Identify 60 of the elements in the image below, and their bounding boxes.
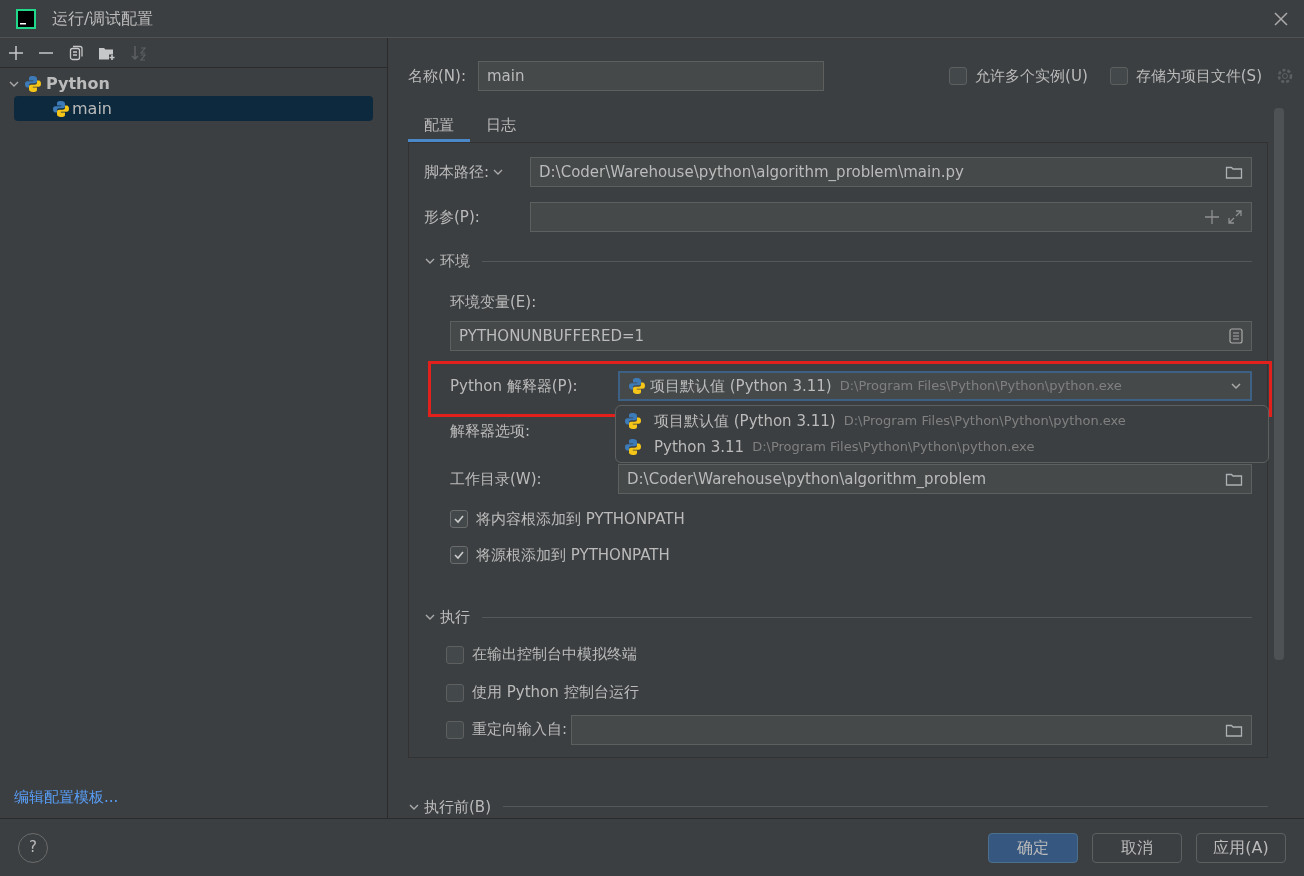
checkbox[interactable] <box>949 67 968 85</box>
field-label: 工作目录(W): <box>450 468 543 490</box>
tab[interactable]: 配置 <box>408 112 470 142</box>
field-label: 形参(P): <box>424 206 481 228</box>
checkbox-label: 将内容根添加到 PYTHONPATH <box>476 508 685 530</box>
working-dir-field[interactable]: D:\Coder\Warehouse\python\algorithm_problem <box>618 464 1252 494</box>
field-label: 解释器选项: <box>450 420 531 442</box>
template-link[interactable]: 编辑配置模板... <box>14 787 119 806</box>
list-icon[interactable] <box>1229 328 1243 344</box>
dialog-button[interactable]: 应用(A) <box>1196 832 1286 863</box>
section-title: 执行 <box>440 607 470 628</box>
tree-item[interactable]: Python <box>46 72 110 96</box>
checkbox[interactable] <box>1109 67 1128 85</box>
caret-icon[interactable] <box>493 167 504 177</box>
checkbox-label: 使用 Python 控制台运行 <box>472 682 639 704</box>
add-icon[interactable] <box>1205 210 1219 224</box>
dialog-button[interactable]: 确定 <box>988 832 1078 863</box>
checkbox[interactable] <box>450 546 468 564</box>
python-icon <box>628 377 646 395</box>
dialog-button[interactable]: 取消 <box>1092 832 1182 863</box>
checkmark-icon <box>453 549 465 561</box>
field-label: Python 解释器(P): <box>450 375 579 397</box>
field-label: 环境变量(E): <box>450 291 538 313</box>
checkbox[interactable] <box>446 683 464 702</box>
menu-item[interactable]: Python 3.11 D:\Program Files\Python\Python\python.exe <box>616 434 1268 460</box>
python-icon <box>624 438 642 456</box>
checkbox[interactable] <box>446 645 464 664</box>
caret-icon <box>1230 380 1242 392</box>
checkbox-label: 允许多个实例(U) <box>975 65 1088 87</box>
close-icon[interactable] <box>1274 11 1288 26</box>
window-title: 运行/调试配置 <box>52 7 155 30</box>
checkbox[interactable] <box>450 510 468 528</box>
python-icon <box>24 75 42 93</box>
checkbox-label: 在输出控制台中模拟终端 <box>472 644 637 666</box>
python-icon <box>52 99 70 118</box>
folder-icon[interactable] <box>1225 471 1243 487</box>
redirect-field[interactable] <box>571 714 1252 745</box>
python-icon <box>624 412 642 430</box>
copy-icon[interactable] <box>68 44 84 61</box>
checkbox-label: 重定向输入自: <box>472 719 568 741</box>
env-vars-field[interactable]: PYTHONUNBUFFERED=1 <box>450 321 1252 351</box>
menu-item[interactable]: 项目默认值 (Python 3.11) D:\Program Files\Python\Python\python.exe <box>616 408 1268 434</box>
section-title: 执行前(B) <box>424 796 491 818</box>
expand-icon[interactable] <box>1227 209 1243 225</box>
add-icon[interactable] <box>8 44 24 61</box>
checkbox[interactable] <box>446 720 464 739</box>
tab[interactable]: 日志 <box>470 112 532 142</box>
checkbox-label: 将源根添加到 PYTHONPATH <box>476 544 670 566</box>
parameters-field[interactable] <box>530 202 1252 232</box>
field-label: 脚本路径: <box>424 160 522 184</box>
checkbox-label: 存储为项目文件(S) <box>1135 65 1262 87</box>
folder-icon[interactable] <box>1225 164 1243 180</box>
app-logo-icon <box>16 8 36 29</box>
field-label: 名称(N): <box>408 65 466 87</box>
section-title: 环境 <box>440 251 470 272</box>
tree-item[interactable]: main <box>14 96 373 121</box>
name-field[interactable]: main <box>478 61 824 91</box>
script-path-field[interactable]: D:\Coder\Warehouse\python\algorithm_problem\main.py <box>530 157 1252 187</box>
interpreter-dropdown[interactable]: 项目默认值 (Python 3.11) D:\Program Files\Python\Python\python.exe <box>618 371 1252 401</box>
checkmark-icon <box>453 513 465 525</box>
